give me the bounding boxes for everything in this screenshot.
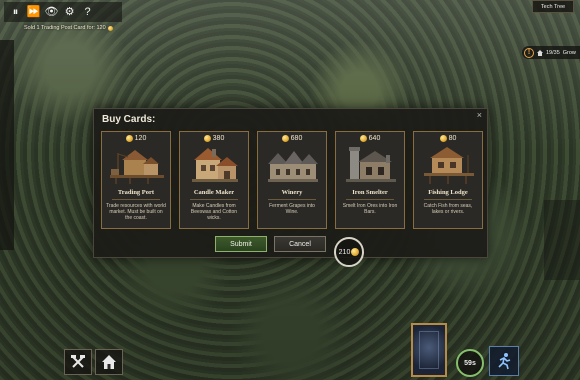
card-list: 120 Trading Port Trade resources with wo… (101, 131, 483, 229)
population-count: 19/35 (546, 49, 560, 56)
pause-icon[interactable]: ⏸ (9, 6, 22, 19)
card-trading-port[interactable]: 120 Trading Port Trade resources with wo… (101, 131, 171, 229)
coin-icon (439, 135, 447, 142)
card-candle-maker[interactable]: 380 Candle Maker Make Candles from Beesw… (179, 131, 249, 229)
home-button[interactable] (95, 349, 123, 375)
card-price: 120 (102, 135, 170, 142)
left-side-panel (0, 40, 14, 250)
trading-port-illustration (110, 150, 164, 184)
divider (190, 199, 238, 200)
price-value: 80 (448, 135, 457, 142)
coin-icon (107, 25, 113, 31)
build-tools-button[interactable] (64, 349, 92, 375)
notification-text: Sold 1 Trading Post Card for: 120 (24, 25, 106, 31)
card-iron-smelter[interactable]: 640 Iron Smelter Smelt Iron Ores into Ir… (335, 131, 405, 229)
card-winery[interactable]: 680 Winery Ferment Grapes into Wine. (257, 131, 327, 229)
card-description: Smelt Iron Ores into Iron Bars. (342, 203, 398, 215)
house-icon (102, 355, 116, 369)
card-description: Trade resources with world market. Must … (106, 203, 166, 221)
price-value: 640 (368, 135, 381, 142)
gear-icon[interactable]: ⚙ (63, 6, 76, 19)
price-value: 120 (134, 135, 147, 142)
card-deck[interactable] (411, 323, 447, 377)
fishing-lodge-illustration (424, 147, 474, 184)
divider (112, 199, 160, 200)
card-description: Catch Fish from seas, lakes or rivers. (423, 203, 473, 215)
right-side-panel (544, 200, 580, 280)
fast-forward-icon[interactable]: ⏩ (27, 6, 41, 19)
coin-icon (351, 248, 360, 256)
card-name: Iron Smelter (352, 189, 388, 196)
price-value: 680 (290, 135, 303, 142)
run-speed-button[interactable] (489, 346, 519, 376)
card-name: Winery (281, 189, 303, 196)
help-icon[interactable]: ? (81, 6, 94, 19)
card-name: Trading Port (117, 189, 155, 196)
coin-icon (125, 135, 133, 142)
divider (268, 199, 316, 200)
card-description: Make Candles from Beeswax and Cotton wic… (190, 203, 238, 221)
card-name: Fishing Lodge (428, 189, 468, 196)
card-name: Candle Maker (193, 189, 235, 196)
buy-cards-dialog: Buy Cards: × 120 Trading Port Trade reso… (93, 108, 488, 258)
card-price: 680 (258, 135, 326, 142)
coin-icon (203, 135, 211, 142)
submit-button[interactable]: Submit (215, 236, 267, 252)
card-price: 380 (180, 135, 248, 142)
cancel-button[interactable]: Cancel (274, 236, 326, 252)
card-price: 80 (414, 135, 482, 142)
token-counter: 210 (334, 237, 364, 267)
house-icon (537, 49, 543, 56)
token-value: 210 (338, 248, 351, 256)
running-person-icon (498, 353, 511, 370)
eye-icon[interactable]: 👁 (45, 6, 59, 19)
population-status: Grow (562, 49, 576, 56)
card-fishing-lodge[interactable]: 80 Fishing Lodge Catch Fish from seas, l… (413, 131, 483, 229)
iron-smelter-illustration (346, 147, 396, 182)
game-speed-controls: ⏸ ⏩ 👁 ⚙ ? (4, 2, 122, 22)
divider (424, 199, 472, 200)
price-value: 380 (212, 135, 225, 142)
crossed-tools-icon (71, 355, 85, 368)
candle-maker-illustration (192, 148, 238, 182)
divider (346, 199, 394, 200)
timer-value: 59s (464, 359, 476, 367)
dialog-title: Buy Cards: (102, 114, 156, 125)
card-price: 640 (336, 135, 404, 142)
coin-icon (281, 135, 289, 142)
warning-icon: ! (524, 47, 534, 58)
card-description: Ferment Grapes into Wine. (269, 203, 315, 215)
timer-indicator: 59s (456, 349, 484, 377)
coin-icon (359, 135, 367, 142)
winery-illustration (268, 151, 318, 182)
close-icon[interactable]: × (477, 110, 482, 120)
tech-tree-button[interactable]: Tech Tree (532, 0, 574, 13)
notification: Sold 1 Trading Post Card for: 120 (24, 25, 113, 31)
population-indicator[interactable]: ! 19/35 Grow (522, 46, 580, 59)
